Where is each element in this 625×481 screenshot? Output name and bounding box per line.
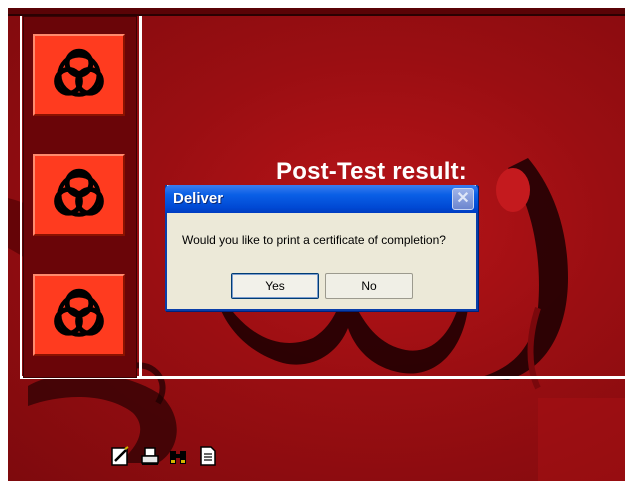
post-test-heading: Post-Test result: bbox=[276, 158, 467, 185]
dialog-titlebar[interactable]: Deliver ✕ bbox=[165, 185, 478, 213]
top-border bbox=[8, 8, 625, 16]
no-button[interactable]: No bbox=[325, 273, 413, 299]
print-icon[interactable] bbox=[141, 445, 159, 467]
frame-line-left bbox=[20, 16, 22, 378]
biohazard-icon bbox=[54, 168, 104, 217]
close-icon: ✕ bbox=[456, 190, 470, 207]
close-button[interactable]: ✕ bbox=[452, 188, 474, 210]
sidebar-item-hazard-1[interactable] bbox=[33, 34, 125, 116]
app-window: Post-Test result: Deliver ✕ Would you li… bbox=[8, 8, 625, 481]
document-icon[interactable] bbox=[199, 445, 217, 467]
biohazard-icon bbox=[54, 288, 104, 337]
biohazard-icon bbox=[54, 48, 104, 97]
binoculars-icon[interactable] bbox=[169, 445, 187, 467]
yes-button[interactable]: Yes bbox=[231, 273, 319, 299]
deliver-dialog: Deliver ✕ Would you like to print a cert… bbox=[165, 185, 478, 311]
sidebar-item-hazard-2[interactable] bbox=[33, 154, 125, 236]
edit-note-icon[interactable] bbox=[111, 445, 129, 467]
sidebar bbox=[23, 16, 137, 378]
dialog-title: Deliver bbox=[173, 190, 224, 207]
dialog-message: Would you like to print a certificate of… bbox=[182, 233, 446, 247]
sidebar-item-hazard-3[interactable] bbox=[33, 274, 125, 356]
frame-line-divider bbox=[139, 16, 142, 378]
